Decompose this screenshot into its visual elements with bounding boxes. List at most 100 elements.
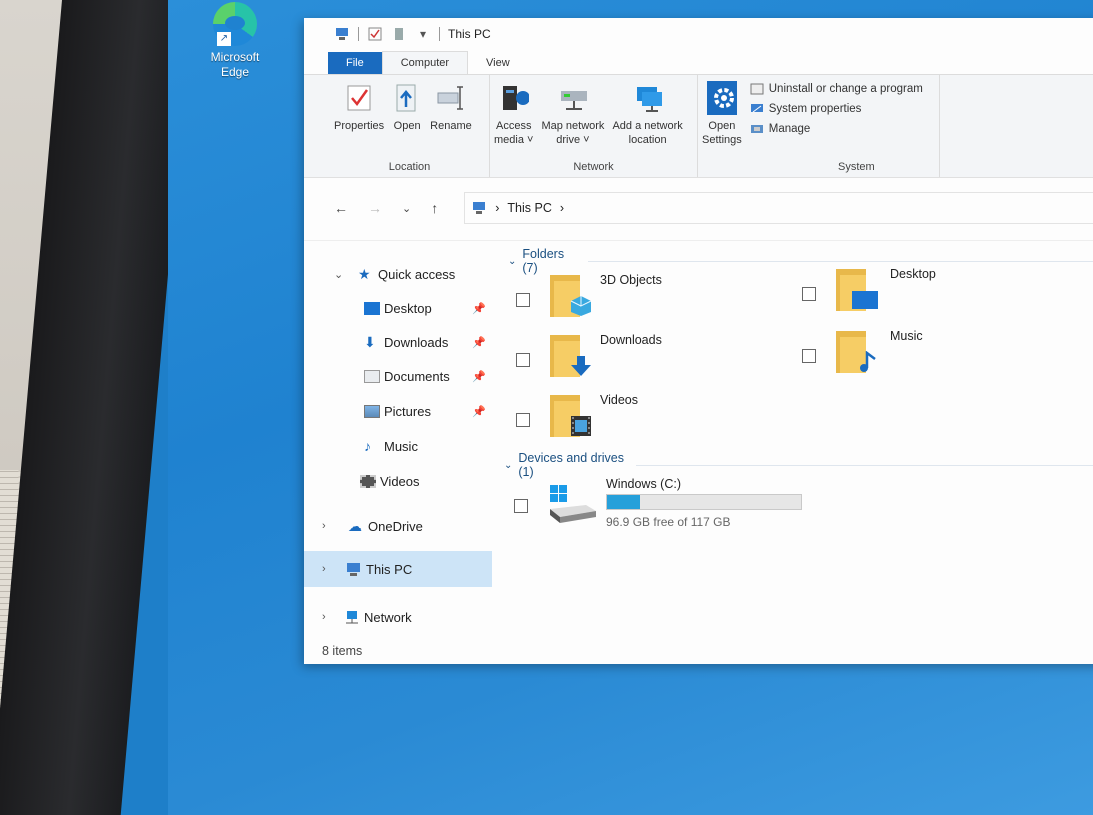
back-arrow-icon[interactable]: ← bbox=[334, 200, 348, 216]
network-drive-icon bbox=[558, 81, 588, 115]
manage-icon bbox=[750, 125, 763, 133]
select-checkbox[interactable] bbox=[516, 413, 530, 427]
address-bar[interactable]: › This PC › bbox=[464, 192, 1093, 224]
cloud-icon: ☁ bbox=[348, 517, 362, 534]
folder-3d-objects[interactable]: 3D Objects bbox=[516, 271, 662, 317]
folder-videos[interactable]: Videos bbox=[516, 391, 638, 437]
drive-info: Windows (C:) 96.9 GB free of 117 GB bbox=[606, 477, 802, 529]
system-properties-icon bbox=[750, 104, 763, 113]
folder-desktop[interactable]: Desktop bbox=[802, 265, 936, 311]
rename-icon bbox=[436, 81, 466, 115]
title-bar: ▾ This PC bbox=[304, 18, 1093, 50]
properties-quick-icon[interactable] bbox=[367, 27, 383, 41]
uninstall-program-button[interactable]: Uninstall or change a program bbox=[750, 83, 923, 95]
ribbon-group-network: Access media ˅ Map network drive ˅ Add a… bbox=[490, 75, 698, 177]
ribbon-group-system: Open Settings Uninstall or change a prog… bbox=[698, 75, 940, 177]
ribbon: Properties Open Rename Location Access m… bbox=[304, 74, 1093, 178]
pin-icon[interactable]: 📌 bbox=[472, 302, 486, 315]
breadcrumb-separator-icon[interactable]: › bbox=[495, 201, 499, 215]
desktop-folder-icon bbox=[836, 265, 878, 311]
chevron-right-icon[interactable]: › bbox=[322, 520, 326, 532]
pin-icon[interactable]: 📌 bbox=[472, 336, 486, 349]
nav-item-videos[interactable]: Videos bbox=[304, 464, 492, 498]
desktop-icon-label: Microsoft Edge bbox=[210, 50, 260, 79]
pictures-icon bbox=[364, 404, 380, 418]
drive-usage-fill bbox=[607, 495, 640, 509]
navigation-pane: ⌄ ★ Quick access Desktop 📌 ⬇ Downloads 📌… bbox=[304, 241, 492, 644]
shortcut-arrow-icon: ↗ bbox=[217, 32, 231, 46]
item-count: 8 items bbox=[322, 644, 363, 658]
network-location-icon bbox=[633, 81, 663, 115]
breadcrumb-separator-icon[interactable]: › bbox=[560, 201, 564, 215]
folder-music[interactable]: Music bbox=[802, 327, 923, 373]
breadcrumb-this-pc[interactable]: This PC bbox=[507, 201, 551, 215]
tab-computer[interactable]: Computer bbox=[381, 51, 469, 74]
nav-item-onedrive[interactable]: › ☁ OneDrive bbox=[304, 509, 492, 543]
nav-item-downloads[interactable]: ⬇ Downloads 📌 bbox=[304, 325, 492, 359]
drive-free-space: 96.9 GB free of 117 GB bbox=[606, 515, 731, 529]
pc-icon bbox=[347, 562, 360, 576]
nav-item-music[interactable]: ♪ Music bbox=[304, 429, 492, 463]
select-checkbox[interactable] bbox=[514, 499, 528, 513]
chevron-right-icon[interactable]: › bbox=[322, 611, 326, 623]
status-bar: 8 items bbox=[304, 638, 1093, 664]
star-icon: ★ bbox=[358, 265, 371, 282]
chevron-down-icon[interactable]: ⌄ bbox=[334, 268, 343, 281]
nav-item-this-pc[interactable]: › This PC bbox=[304, 551, 492, 587]
uninstall-icon bbox=[750, 83, 764, 95]
nav-item-network[interactable]: › Network bbox=[304, 600, 492, 634]
pin-icon[interactable]: 📌 bbox=[472, 370, 486, 383]
film-icon bbox=[360, 474, 376, 488]
manage-button[interactable]: Manage bbox=[750, 123, 923, 135]
3d-objects-folder-icon bbox=[550, 271, 592, 317]
open-settings-button[interactable]: Open Settings bbox=[698, 81, 746, 177]
download-arrow-icon: ⬇ bbox=[364, 333, 376, 350]
folder-downloads[interactable]: Downloads bbox=[516, 331, 662, 377]
select-checkbox[interactable] bbox=[802, 287, 816, 301]
chevron-down-icon[interactable]: ⌄ bbox=[504, 460, 512, 471]
pc-icon bbox=[473, 202, 486, 214]
chevron-right-icon[interactable]: › bbox=[322, 563, 326, 575]
drive-name: Windows (C:) bbox=[606, 477, 682, 491]
ribbon-group-label: Network bbox=[573, 161, 614, 173]
settings-gear-icon bbox=[706, 81, 737, 115]
downloads-folder-icon bbox=[550, 331, 592, 377]
tab-view[interactable]: View bbox=[468, 52, 528, 74]
media-server-icon bbox=[499, 81, 529, 115]
desktop-icon-edge[interactable]: ↗ Microsoft Edge bbox=[205, 2, 265, 80]
new-folder-quick-icon[interactable] bbox=[391, 27, 407, 41]
forward-arrow-icon[interactable]: → bbox=[368, 200, 382, 216]
select-checkbox[interactable] bbox=[802, 349, 816, 363]
up-arrow-icon[interactable]: ↑ bbox=[431, 200, 438, 216]
drive-usage-bar bbox=[606, 494, 802, 510]
drive-windows-c[interactable]: Windows (C:) 96.9 GB free of 117 GB bbox=[514, 477, 802, 529]
desktop-folder-icon bbox=[364, 301, 380, 315]
nav-item-pictures[interactable]: Pictures 📌 bbox=[304, 394, 492, 428]
ribbon-group-label: Location bbox=[388, 161, 431, 173]
recent-locations-chevron-icon[interactable]: ⌄ bbox=[402, 202, 411, 215]
properties-icon bbox=[344, 81, 374, 115]
pc-icon bbox=[334, 27, 350, 41]
nav-item-documents[interactable]: Documents 📌 bbox=[304, 359, 492, 393]
document-icon bbox=[364, 369, 380, 383]
windows-drive-icon bbox=[548, 485, 598, 525]
ribbon-tabs: File Computer View bbox=[304, 50, 1093, 74]
window-title: This PC bbox=[448, 27, 491, 41]
chevron-down-icon[interactable]: ⌄ bbox=[508, 256, 516, 267]
pin-icon[interactable]: 📌 bbox=[472, 405, 486, 418]
address-row: ← → ⌄ ↑ › This PC › bbox=[304, 178, 1093, 238]
system-properties-button[interactable]: System properties bbox=[750, 103, 923, 115]
file-explorer-window: ▾ This PC File Computer View Properties … bbox=[304, 18, 1093, 664]
customize-quick-access-icon[interactable]: ▾ bbox=[415, 27, 431, 41]
nav-item-quick-access[interactable]: ⌄ ★ Quick access bbox=[304, 257, 492, 291]
select-checkbox[interactable] bbox=[516, 293, 530, 307]
ribbon-group-location: Properties Open Rename Location bbox=[330, 75, 490, 177]
open-icon bbox=[392, 81, 422, 115]
main-area: ⌄ ★ Quick access Desktop 📌 ⬇ Downloads 📌… bbox=[304, 240, 1093, 644]
nav-item-desktop[interactable]: Desktop 📌 bbox=[304, 291, 492, 325]
devices-group-header[interactable]: ⌄ Devices and drives (1) bbox=[504, 451, 1093, 479]
edge-icon: ↗ bbox=[213, 2, 257, 46]
select-checkbox[interactable] bbox=[516, 353, 530, 367]
tab-file[interactable]: File bbox=[328, 52, 382, 74]
videos-folder-icon bbox=[550, 391, 592, 437]
